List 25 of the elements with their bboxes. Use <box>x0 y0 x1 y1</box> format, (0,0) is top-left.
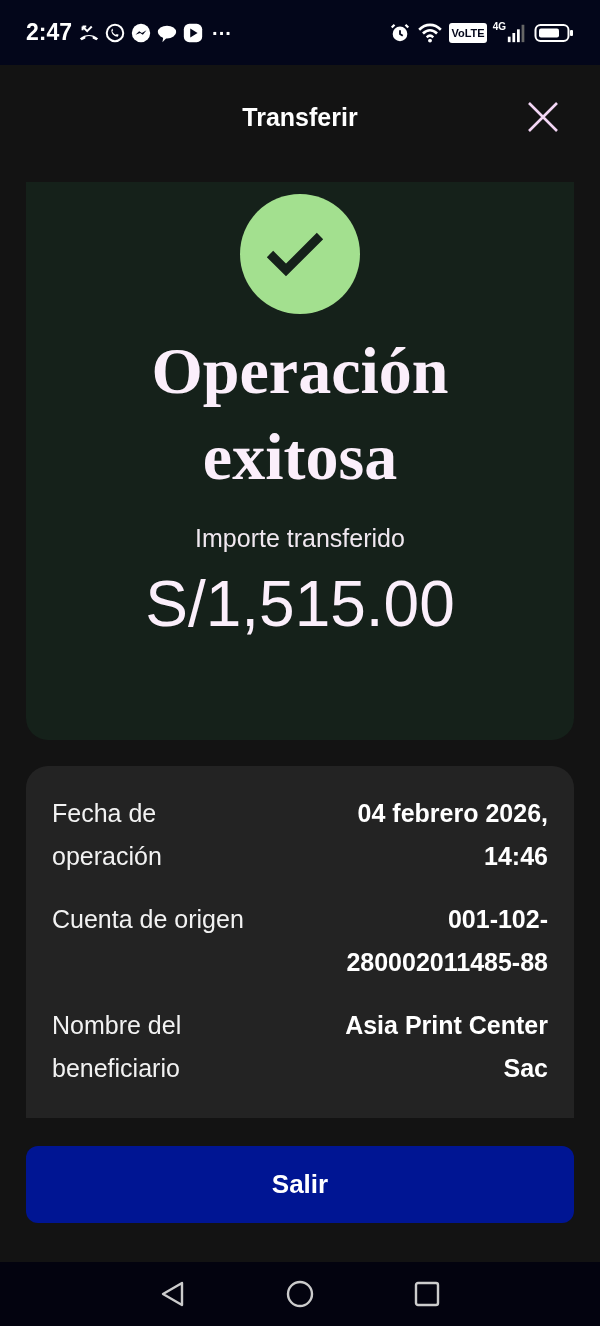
volte-badge: VoLTE <box>449 22 487 43</box>
check-icon <box>240 194 360 314</box>
chat-bubble-icon <box>104 21 127 44</box>
status-time: 2:47 <box>26 18 73 48</box>
more-notifications: ··· <box>212 20 233 46</box>
exit-button[interactable]: Salir <box>26 1146 574 1223</box>
result-title: Operación exitosa <box>150 333 450 495</box>
detail-label: Fecha de operación <box>52 798 163 872</box>
close-button[interactable] <box>526 100 560 134</box>
messenger-icon <box>130 21 153 44</box>
amount-label: Importe transferido <box>195 523 405 554</box>
alarm-clock-icon <box>389 21 412 44</box>
amount-value: S/1,515.00 <box>145 566 455 642</box>
home-icon[interactable] <box>286 1280 314 1308</box>
recents-icon[interactable] <box>414 1281 440 1307</box>
back-icon[interactable] <box>160 1280 186 1308</box>
detail-value: 04 febrero 2026, 14:46 <box>356 798 548 872</box>
detail-label: Cuenta de origen <box>52 904 245 935</box>
play-app-icon <box>182 21 205 44</box>
close-icon <box>526 100 560 134</box>
detail-value: 001-102-280002011485-88 <box>345 904 548 978</box>
screen-title: Transferir <box>242 101 358 133</box>
detail-label: Nombre del beneficiario <box>52 1010 183 1084</box>
network-type: 4G <box>492 21 506 32</box>
detail-value: Asia Print Center Sac <box>344 1010 548 1084</box>
